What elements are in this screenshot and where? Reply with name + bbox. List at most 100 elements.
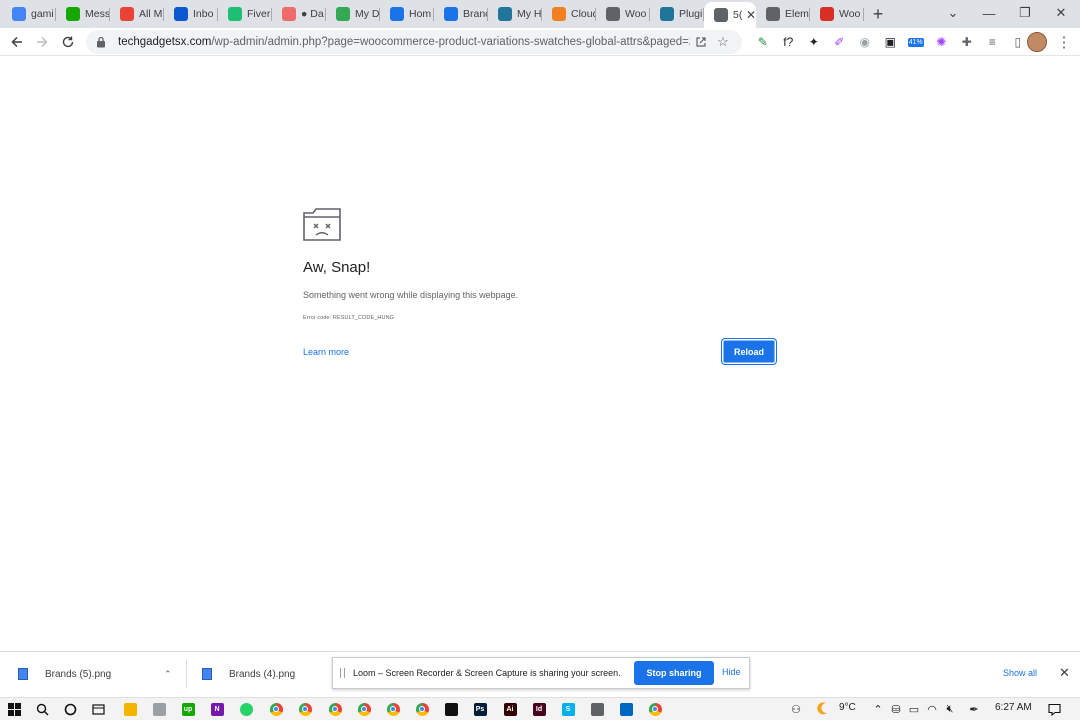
- upwork-icon[interactable]: up: [180, 701, 196, 717]
- clock-time[interactable]: 6:27 AM: [995, 702, 1032, 713]
- minimize-button[interactable]: —: [971, 0, 1007, 26]
- chrome-icon[interactable]: [327, 701, 343, 717]
- butterfly-extension-icon[interactable]: ✦: [801, 30, 827, 54]
- menu-button[interactable]: ⋮: [1051, 29, 1077, 55]
- address-bar[interactable]: techgadgetsx.com/wp-admin/admin.php?page…: [86, 30, 742, 54]
- monitor-app-icon[interactable]: [618, 701, 634, 717]
- share-icon[interactable]: [690, 31, 712, 53]
- new-tab-button[interactable]: +: [864, 0, 892, 28]
- tab[interactable]: gami: [2, 0, 56, 28]
- tab[interactable]: Fiverr: [218, 0, 272, 28]
- tab[interactable]: Hom: [380, 0, 434, 28]
- task-view-button[interactable]: [90, 701, 106, 717]
- wordpress-icon: [660, 7, 674, 21]
- illustrator-icon[interactable]: Ai: [502, 701, 518, 717]
- people-icon[interactable]: ⚇: [788, 701, 804, 717]
- image-file-icon: [18, 668, 28, 680]
- indesign-icon[interactable]: Id: [531, 701, 547, 717]
- refresh-button[interactable]: [55, 29, 81, 55]
- chrome-icon[interactable]: [297, 701, 313, 717]
- file-explorer-icon[interactable]: [122, 701, 138, 717]
- hide-button[interactable]: Hide: [722, 667, 741, 677]
- chrome-icon[interactable]: [647, 701, 663, 717]
- frame-extension-icon[interactable]: ▣: [878, 30, 904, 54]
- gmail-icon: [120, 7, 134, 21]
- pen-ink-icon[interactable]: ✒: [966, 701, 982, 717]
- whatsapp-icon[interactable]: [238, 701, 254, 717]
- reading-list-icon[interactable]: ≡: [980, 30, 1006, 54]
- stop-sharing-button[interactable]: Stop sharing: [634, 661, 714, 685]
- battery-extension-icon[interactable]: 41%: [903, 30, 929, 54]
- tab[interactable]: Plugi: [650, 0, 704, 28]
- close-shelf-button[interactable]: ✕: [1059, 665, 1070, 681]
- drag-handle-icon[interactable]: [340, 668, 345, 678]
- chrome-icon[interactable]: [414, 701, 430, 717]
- chevron-up-icon[interactable]: ⌃: [870, 701, 886, 717]
- chrome-icon[interactable]: [385, 701, 401, 717]
- back-button[interactable]: [4, 29, 30, 55]
- tab[interactable]: ● Da: [272, 0, 326, 28]
- camera-extension-icon[interactable]: ◉: [852, 30, 878, 54]
- tab[interactable]: Woo: [596, 0, 650, 28]
- weather-temperature[interactable]: 9°C: [839, 702, 856, 713]
- battery-icon[interactable]: ▭: [906, 701, 922, 717]
- download-item[interactable]: Brands (5).png ⌃: [18, 652, 178, 696]
- onenote-icon[interactable]: N: [209, 701, 225, 717]
- pen-extension-icon[interactable]: ✐: [827, 30, 853, 54]
- tab-label: Plugi: [679, 8, 703, 20]
- tab[interactable]: Mess: [56, 0, 110, 28]
- chevron-up-icon[interactable]: ⌃: [164, 669, 172, 680]
- tab-label: Mess: [85, 8, 110, 20]
- url-text[interactable]: techgadgetsx.com/wp-admin/admin.php?page…: [118, 36, 690, 48]
- start-button[interactable]: [6, 701, 22, 717]
- camera-extension-icon-glyph: ◉: [859, 35, 870, 49]
- puzzle-extensions-icon[interactable]: ✚: [954, 30, 980, 54]
- chrome-icon[interactable]: [268, 701, 284, 717]
- chrome-icon[interactable]: [356, 701, 372, 717]
- task-view-icon: [91, 703, 105, 715]
- close-tab-icon[interactable]: ✕: [746, 8, 756, 22]
- arrow-left-icon: [11, 36, 22, 48]
- function-extension-icon[interactable]: f?: [776, 30, 802, 54]
- volume-mute-icon[interactable]: 🔇︎: [942, 701, 958, 717]
- search-button[interactable]: [34, 701, 50, 717]
- tab[interactable]: All M: [110, 0, 164, 28]
- wifi-icon[interactable]: ◠: [924, 701, 940, 717]
- chrome-icon-glyph: [648, 702, 662, 716]
- download-item[interactable]: Brands (4).png: [202, 652, 332, 696]
- capcut-icon[interactable]: [443, 701, 459, 717]
- tab-search-button[interactable]: ⌄: [935, 0, 971, 26]
- tab[interactable]: My D: [326, 0, 380, 28]
- photoshop-icon[interactable]: Ps: [472, 701, 488, 717]
- mail-icon: [174, 7, 188, 21]
- onedrive-icon[interactable]: ⛁: [888, 701, 904, 717]
- color-wheel-extension-icon[interactable]: ✺: [929, 30, 955, 54]
- tab-active[interactable]: 5(✕: [704, 2, 756, 28]
- bookmark-star-icon[interactable]: ☆: [712, 31, 734, 53]
- tab[interactable]: My H: [488, 0, 542, 28]
- function-extension-icon-glyph: f?: [783, 35, 794, 49]
- whatsapp-icon-glyph: [239, 702, 253, 716]
- skype-icon[interactable]: S: [560, 701, 576, 717]
- tab[interactable]: Inbo: [164, 0, 218, 28]
- close-window-button[interactable]: ✕: [1043, 0, 1079, 26]
- tab[interactable]: Cloud: [542, 0, 596, 28]
- profile-avatar[interactable]: [1027, 32, 1047, 52]
- tab[interactable]: Woo: [810, 0, 864, 28]
- tab-label: Elem: [785, 8, 809, 20]
- eyedropper-extension-icon[interactable]: ✎: [750, 30, 776, 54]
- snipping-tool-icon[interactable]: [151, 701, 167, 717]
- learn-more-link[interactable]: Learn more: [303, 347, 349, 357]
- lock-icon[interactable]: [94, 35, 108, 49]
- tab[interactable]: Branc: [434, 0, 488, 28]
- tab[interactable]: Elem: [756, 0, 810, 28]
- settings-gear-icon[interactable]: [589, 701, 605, 717]
- show-all-downloads-link[interactable]: Show all: [1003, 668, 1037, 678]
- notifications-icon[interactable]: [1046, 701, 1062, 717]
- tab-label: Inbo: [193, 8, 214, 20]
- restore-button[interactable]: ❐: [1007, 0, 1043, 26]
- forward-button[interactable]: [29, 29, 55, 55]
- reload-button[interactable]: Reload: [721, 338, 777, 365]
- cortana-button[interactable]: [62, 701, 78, 717]
- weather-moon-icon[interactable]: [816, 701, 832, 717]
